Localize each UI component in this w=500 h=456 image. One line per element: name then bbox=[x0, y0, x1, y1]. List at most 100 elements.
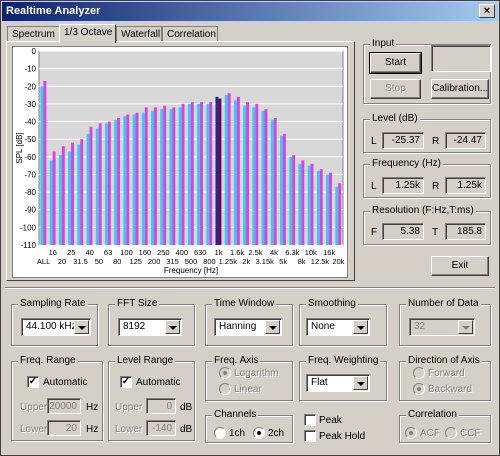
level-r-label: R bbox=[432, 136, 440, 147]
chevron-down-icon[interactable] bbox=[458, 320, 473, 334]
tab-one-third-octave[interactable]: 1/3 Octave bbox=[59, 24, 116, 43]
bar-l bbox=[114, 119, 118, 245]
level-range-upper-unit: dB bbox=[180, 402, 193, 413]
bar-l bbox=[289, 156, 293, 245]
bar-l bbox=[169, 109, 173, 245]
y-axis-label: SPL [dB] bbox=[15, 132, 24, 163]
frequency-r-label: R bbox=[432, 181, 440, 192]
channels-1ch-label: 1ch bbox=[229, 428, 246, 439]
bar-l bbox=[49, 160, 53, 245]
freq-axis-logarithm-radio[interactable] bbox=[219, 367, 231, 379]
x-tick-label: 16k bbox=[323, 248, 335, 257]
direction-backward-label: Backward bbox=[428, 384, 472, 395]
tab-waterfall[interactable]: Waterfall bbox=[116, 26, 162, 42]
tab-correlation[interactable]: Correlation bbox=[162, 26, 218, 42]
x-tick-label: 160 bbox=[139, 248, 152, 257]
bar-r bbox=[190, 102, 194, 246]
bar-r bbox=[328, 172, 332, 245]
smoothing-select[interactable]: None bbox=[306, 318, 370, 336]
direction-forward-label: Forward bbox=[428, 368, 465, 379]
x-tick-label: 200 bbox=[148, 257, 161, 266]
sampling-rate-select[interactable]: 44.100 kHz bbox=[21, 318, 91, 336]
bar-r bbox=[43, 80, 47, 246]
direction-forward-radio[interactable] bbox=[413, 367, 425, 379]
level-range-upper-input[interactable]: 0 bbox=[146, 398, 176, 414]
freq-range-automatic-checkbox[interactable]: ✓ bbox=[27, 376, 39, 388]
freq-range-upper-unit: Hz bbox=[86, 402, 99, 413]
channels-label: Channels bbox=[212, 409, 259, 420]
level-group-label: Level (dB) bbox=[370, 113, 420, 124]
resolution-f-value: 5.38 bbox=[382, 223, 424, 240]
channels-2ch-radio[interactable] bbox=[253, 427, 265, 439]
bar-l bbox=[261, 110, 265, 245]
x-tick-label: 2k bbox=[242, 257, 250, 266]
x-tick-label: 6.3k bbox=[285, 248, 299, 257]
input-group-label: Input bbox=[370, 38, 397, 49]
bar-r bbox=[135, 112, 139, 246]
y-tick-label: -40 bbox=[24, 118, 36, 127]
freq-range-upper-input[interactable]: 20000 bbox=[47, 398, 81, 414]
y-tick-label: -10 bbox=[24, 65, 36, 74]
freq-range-automatic-label: Automatic bbox=[43, 377, 88, 388]
smoothing-label: Smoothing bbox=[306, 298, 358, 309]
bar-r bbox=[80, 139, 84, 245]
frequency-l-value: 1.25k bbox=[382, 177, 424, 194]
direction-backward-radio[interactable] bbox=[413, 383, 425, 395]
resolution-f-label: F bbox=[371, 227, 378, 238]
chevron-down-icon[interactable] bbox=[353, 320, 368, 334]
resolution-t-label: T bbox=[432, 227, 439, 238]
calibration-button[interactable]: Calibration... bbox=[431, 79, 489, 99]
direction-of-axis-label: Direction of Axis bbox=[406, 355, 482, 366]
time-window-label: Time Window bbox=[212, 298, 277, 309]
chevron-down-icon[interactable] bbox=[165, 320, 180, 334]
freq-weighting-value: Flat bbox=[311, 377, 328, 388]
start-button[interactable]: Start bbox=[369, 52, 422, 74]
correlation-ccf-label: CCF bbox=[460, 428, 481, 439]
stop-button[interactable]: Stop bbox=[370, 79, 421, 99]
x-tick-label: 1.25k bbox=[219, 257, 238, 266]
chevron-down-icon[interactable] bbox=[353, 376, 368, 390]
bar-l bbox=[252, 107, 256, 245]
peak-checkbox[interactable] bbox=[304, 414, 316, 426]
level-range-label: Level Range bbox=[115, 355, 176, 366]
channels-1ch-radio[interactable] bbox=[214, 427, 226, 439]
window-title: Realtime Analyzer bbox=[6, 5, 101, 17]
x-tick-label: ALL bbox=[37, 257, 50, 266]
chevron-down-icon[interactable] bbox=[74, 320, 89, 334]
level-l-value: -25.37 bbox=[382, 132, 424, 149]
x-tick-label: 20 bbox=[58, 257, 66, 266]
bar-l bbox=[104, 123, 108, 245]
bar-l bbox=[307, 165, 311, 245]
x-tick-label: 2.5k bbox=[248, 248, 262, 257]
correlation-acf-radio[interactable] bbox=[405, 427, 417, 439]
bar-l bbox=[86, 133, 90, 245]
freq-axis-linear-radio[interactable] bbox=[219, 383, 231, 395]
bar-l bbox=[215, 96, 219, 245]
fft-size-select[interactable]: 8192 bbox=[118, 318, 182, 336]
x-tick-label: 1k bbox=[215, 248, 223, 257]
x-tick-label: 40 bbox=[85, 248, 93, 257]
correlation-ccf-radio[interactable] bbox=[445, 427, 457, 439]
x-tick-label: 4k bbox=[270, 248, 278, 257]
y-tick-label: -20 bbox=[24, 82, 36, 91]
time-window-select[interactable]: Hanning bbox=[214, 318, 282, 336]
title-bar[interactable]: Realtime Analyzer × bbox=[2, 2, 498, 21]
peak-hold-checkbox[interactable] bbox=[304, 430, 316, 442]
number-of-data-select[interactable]: 32 bbox=[409, 318, 475, 336]
frequency-l-label: L bbox=[371, 181, 377, 192]
x-tick-label: 10k bbox=[305, 248, 317, 257]
chevron-down-icon[interactable] bbox=[265, 320, 280, 334]
level-range-lower-input[interactable]: -140 bbox=[146, 420, 176, 436]
exit-button[interactable]: Exit bbox=[431, 256, 489, 276]
bar-r bbox=[310, 163, 314, 245]
close-icon[interactable]: × bbox=[479, 4, 495, 18]
freq-range-lower-input[interactable]: 20 bbox=[47, 420, 81, 436]
bar-l bbox=[243, 105, 247, 245]
tab-spectrum[interactable]: Spectrum bbox=[7, 26, 62, 42]
bar-r bbox=[246, 102, 250, 246]
bar-r bbox=[144, 107, 148, 245]
correlation-acf-label: ACF bbox=[420, 428, 440, 439]
x-tick-label: 63 bbox=[104, 248, 112, 257]
freq-weighting-select[interactable]: Flat bbox=[306, 374, 370, 392]
level-range-automatic-checkbox[interactable]: ✓ bbox=[120, 376, 132, 388]
